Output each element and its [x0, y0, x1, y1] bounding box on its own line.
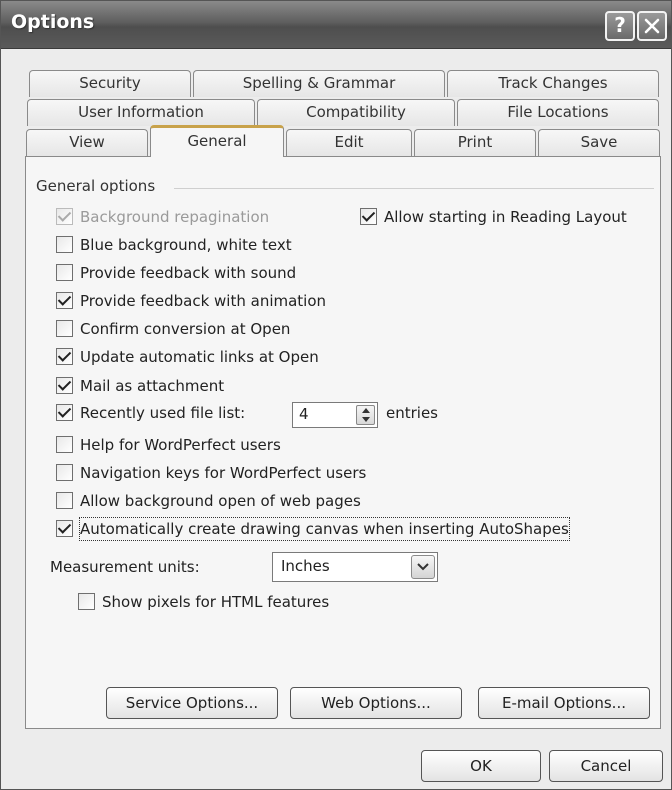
option-mail-attachment[interactable]: Mail as attachment	[56, 375, 316, 397]
group-label-general-options: General options	[36, 177, 162, 195]
option-label: Allow starting in Reading Layout	[384, 208, 627, 226]
option-allow-reading-layout[interactable]: Allow starting in Reading Layout	[360, 206, 650, 228]
window-title: Options	[11, 11, 95, 33]
option-label: Update automatic links at Open	[80, 348, 319, 366]
spin-down-icon[interactable]	[362, 417, 370, 422]
option-label: Allow background open of web pages	[80, 492, 361, 510]
spin-buttons[interactable]	[356, 405, 375, 425]
tab-save[interactable]: Save	[538, 129, 660, 156]
option-update-links[interactable]: Update automatic links at Open	[56, 346, 376, 368]
service-options-button[interactable]: Service Options...	[106, 687, 278, 719]
tab-user-information[interactable]: User Information	[27, 99, 255, 126]
tab-view[interactable]: View	[26, 129, 148, 156]
options-dialog: Options ? Security Spelling & Grammar Tr…	[0, 0, 672, 790]
checkbox-background-repagination	[56, 208, 73, 225]
checkbox-show-pixels[interactable]	[78, 593, 95, 610]
tab-edit[interactable]: Edit	[286, 129, 412, 156]
checkbox-background-open-web[interactable]	[56, 492, 73, 509]
help-icon: ?	[614, 13, 626, 37]
option-background-repagination: Background repagination	[56, 206, 356, 228]
cancel-button[interactable]: Cancel	[549, 750, 663, 782]
option-recent-files[interactable]: Recently used file list: 4 entries	[56, 402, 466, 428]
close-button[interactable]	[637, 11, 667, 41]
entries-label: entries	[386, 404, 438, 422]
option-label: Navigation keys for WordPerfect users	[80, 464, 367, 482]
checkbox-feedback-animation[interactable]	[56, 292, 73, 309]
group-divider	[174, 188, 654, 189]
tab-security[interactable]: Security	[29, 70, 191, 97]
checkbox-update-links[interactable]	[56, 348, 73, 365]
option-label: Blue background, white text	[80, 236, 292, 254]
option-label: Automatically create drawing canvas when…	[79, 517, 570, 541]
option-label: Provide feedback with animation	[80, 292, 327, 310]
option-background-open-web[interactable]: Allow background open of web pages	[56, 490, 416, 512]
option-label: Recently used file list:	[80, 404, 246, 422]
option-feedback-animation[interactable]: Provide feedback with animation	[56, 290, 376, 312]
option-drawing-canvas[interactable]: Automatically create drawing canvas when…	[56, 517, 616, 541]
tab-print[interactable]: Print	[414, 129, 536, 156]
option-blue-background[interactable]: Blue background, white text	[56, 234, 356, 256]
option-show-pixels[interactable]: Show pixels for HTML features	[78, 591, 378, 613]
recent-files-count-value[interactable]: 4	[299, 405, 309, 423]
tab-spelling-grammar[interactable]: Spelling & Grammar	[193, 70, 445, 97]
option-label: Confirm conversion at Open	[80, 320, 291, 338]
checkbox-mail-attachment[interactable]	[56, 377, 73, 394]
title-bar: Options ?	[1, 1, 671, 49]
option-label: Background repagination	[80, 208, 270, 226]
help-button[interactable]: ?	[605, 11, 635, 41]
checkbox-feedback-sound[interactable]	[56, 264, 73, 281]
ok-button[interactable]: OK	[421, 750, 541, 782]
option-label: Mail as attachment	[80, 377, 225, 395]
general-tab-panel: General options Background repagination …	[25, 156, 661, 729]
measurement-units-value[interactable]: Inches	[281, 557, 330, 575]
checkbox-blue-background[interactable]	[56, 236, 73, 253]
checkbox-navigation-keys-wordperfect[interactable]	[56, 464, 73, 481]
measurement-units-label: Measurement units:	[50, 558, 200, 576]
option-feedback-sound[interactable]: Provide feedback with sound	[56, 262, 356, 284]
checkbox-confirm-conversion[interactable]	[56, 320, 73, 337]
close-icon	[644, 18, 660, 34]
email-options-button[interactable]: E-mail Options...	[478, 687, 650, 719]
recent-files-count-stepper[interactable]: 4	[292, 402, 378, 428]
option-navigation-keys-wordperfect[interactable]: Navigation keys for WordPerfect users	[56, 462, 416, 484]
checkbox-help-wordperfect[interactable]	[56, 436, 73, 453]
chevron-down-icon	[417, 563, 429, 571]
tab-file-locations[interactable]: File Locations	[457, 99, 659, 126]
option-help-wordperfect[interactable]: Help for WordPerfect users	[56, 434, 356, 456]
measurement-units-select[interactable]: Inches	[272, 552, 438, 582]
option-label: Help for WordPerfect users	[80, 436, 281, 454]
tab-compatibility[interactable]: Compatibility	[257, 99, 455, 126]
option-confirm-conversion[interactable]: Confirm conversion at Open	[56, 318, 356, 340]
dropdown-button[interactable]	[411, 555, 435, 579]
spin-up-icon[interactable]	[362, 408, 370, 413]
tab-track-changes[interactable]: Track Changes	[447, 70, 659, 97]
web-options-button[interactable]: Web Options...	[290, 687, 462, 719]
checkbox-allow-reading-layout[interactable]	[360, 208, 377, 225]
checkbox-drawing-canvas[interactable]	[56, 520, 73, 537]
tab-general[interactable]: General	[150, 125, 284, 157]
checkbox-recent-files[interactable]	[56, 404, 73, 421]
option-label: Show pixels for HTML features	[102, 593, 330, 611]
option-label: Provide feedback with sound	[80, 264, 297, 282]
